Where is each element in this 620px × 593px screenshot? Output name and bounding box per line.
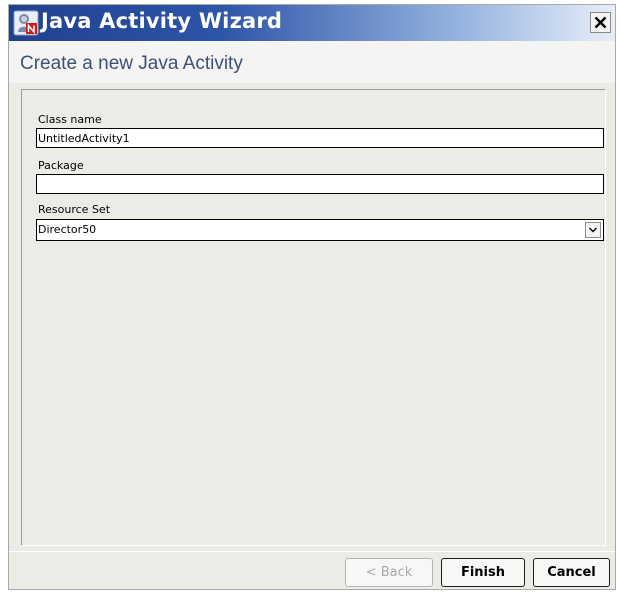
page-subtitle: Create a new Java Activity [20,53,243,74]
wizard-window: Java Activity Wizard Create a new Java A… [8,4,616,590]
resource-set-value: Director50 [38,223,97,236]
resource-set-dropdown-button[interactable] [585,222,601,238]
cancel-button[interactable]: Cancel [533,558,610,587]
form-panel: Class name Package Resource Set Director… [21,89,606,546]
button-bar: < Back Finish Cancel [9,551,615,590]
back-button[interactable]: < Back [345,558,433,587]
resource-set-label: Resource Set [38,203,111,216]
chevron-down-icon [589,227,597,233]
close-button[interactable] [590,12,611,33]
finish-button[interactable]: Finish [441,558,525,587]
app-icon [13,10,39,36]
title-bar[interactable]: Java Activity Wizard [9,5,615,41]
wizard-header: Create a new Java Activity [9,41,615,83]
class-name-input[interactable] [36,128,604,148]
package-label: Package [38,159,84,172]
window-title: Java Activity Wizard [41,9,283,33]
resource-set-select[interactable]: Director50 [36,219,604,241]
class-name-label: Class name [38,113,102,126]
close-icon [594,16,607,29]
package-input[interactable] [36,174,604,194]
